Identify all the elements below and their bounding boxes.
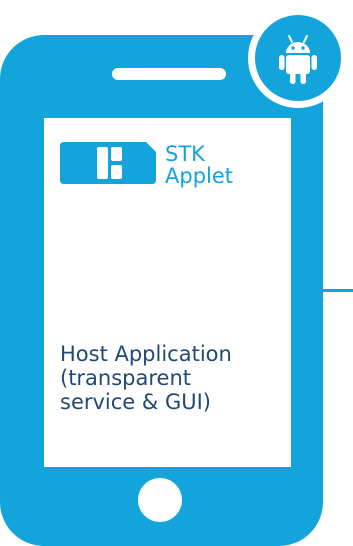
host-label-line2: (transparent bbox=[60, 366, 192, 390]
home-button bbox=[138, 478, 182, 522]
connector-line bbox=[323, 289, 353, 292]
host-label-line3: service & GUI) bbox=[60, 390, 211, 414]
stk-label-line1: STK bbox=[165, 142, 205, 166]
stk-label-line2: Applet bbox=[165, 164, 234, 188]
android-badge bbox=[248, 8, 348, 108]
stk-applet-label: STK Applet bbox=[165, 143, 233, 187]
host-application-label: Host Application (transparent service & … bbox=[60, 342, 288, 414]
phone-earpiece bbox=[112, 68, 226, 80]
sim-card-icon bbox=[60, 142, 156, 184]
diagram-canvas: STK Applet Host Application (transparent… bbox=[0, 0, 353, 546]
host-label-line1: Host Application bbox=[60, 342, 232, 366]
android-icon bbox=[279, 35, 317, 84]
